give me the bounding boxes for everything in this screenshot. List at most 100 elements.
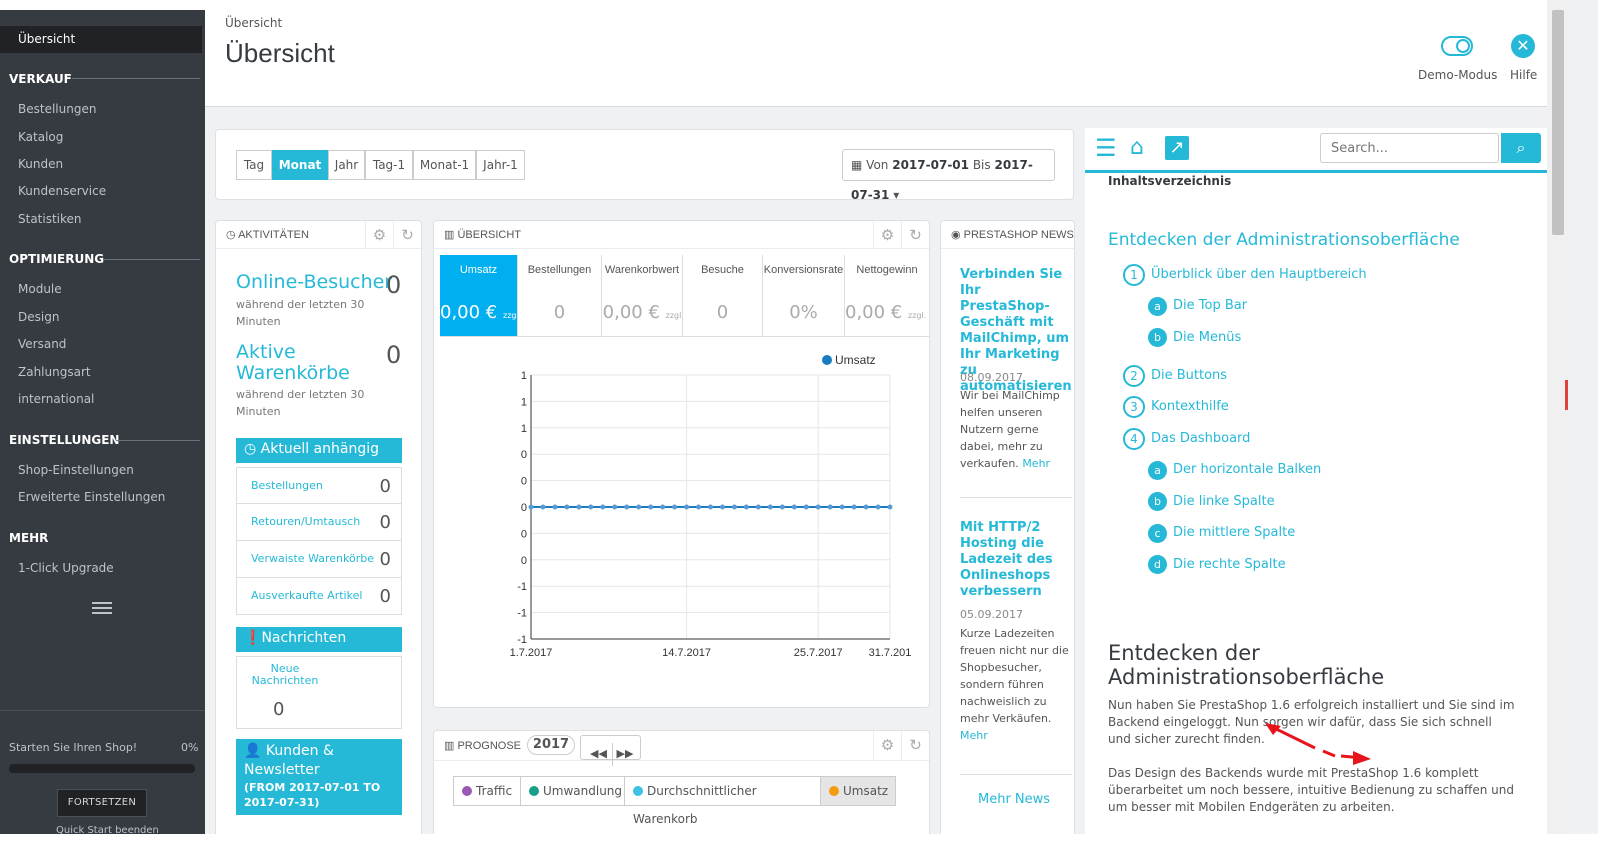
toc-letter: d (1148, 555, 1167, 574)
toggle-icon[interactable] (1441, 36, 1473, 56)
sidebar-section-einstellungen: EINSTELLUNGEN (9, 433, 120, 447)
data-point (528, 504, 534, 510)
kpi-net-profit[interactable]: Nettogewinn0,00 € zzgl. M (845, 255, 929, 336)
more-news-link[interactable]: Mehr News (978, 792, 1050, 807)
refresh-icon[interactable]: ↻ (901, 221, 929, 249)
sidebar-item-orders[interactable]: Bestellungen (18, 102, 96, 116)
sidebar-item-shop-settings[interactable]: Shop-Einstellungen (18, 463, 134, 477)
pending-returns-link[interactable]: Retouren/Umtausch (251, 515, 360, 528)
calendar-icon: ▦ (851, 158, 863, 172)
help-search-input[interactable] (1320, 133, 1499, 163)
refresh-icon[interactable]: ↻ (901, 731, 929, 761)
gear-icon[interactable]: ⚙ (873, 731, 901, 761)
sidebar-item-dashboard[interactable]: Übersicht (0, 26, 202, 53)
pending-orders-link[interactable]: Bestellungen (251, 479, 323, 492)
help-button[interactable]: Hilfe (1510, 68, 1537, 82)
close-icon[interactable]: ✕ (1511, 34, 1535, 58)
data-point (731, 504, 737, 510)
out-of-stock-link[interactable]: Ausverkaufte Artikel (251, 589, 362, 602)
y-tick-label: 0 (521, 476, 527, 488)
toc-item[interactable]: Die Buttons (1151, 368, 1227, 383)
abandoned-carts-link[interactable]: Verwaiste Warenkörbe (251, 552, 374, 565)
legend-sales[interactable]: Umsatz (820, 776, 896, 806)
legend-traffic[interactable]: Traffic (453, 776, 521, 806)
forecast-year[interactable]: 2017 (527, 735, 575, 755)
kpi-visits[interactable]: Besuche 0 (683, 255, 763, 336)
sidebar-item-customer-service[interactable]: Kundenservice (18, 184, 106, 198)
rewind-icon[interactable]: ◀◀ (586, 743, 611, 766)
toc-item[interactable]: Das Dashboard (1151, 431, 1250, 446)
period-day-button[interactable]: Tag (236, 150, 272, 180)
toc-item[interactable]: Der horizontale Balken (1173, 462, 1321, 477)
kpi-orders[interactable]: Bestellungen 0 (518, 255, 602, 336)
sidebar-item-shipping[interactable]: Versand (18, 337, 66, 351)
legend-avg-cart[interactable]: Durchschnittlicher Warenkorb (624, 776, 821, 826)
kpi-cart-value[interactable]: Warenkorbwert 0,00 € zzgl (602, 255, 683, 336)
data-point (648, 504, 654, 510)
pending-header: ◷ Aktuell anhängig (236, 438, 402, 463)
period-prev-month-button[interactable]: Monat-1 (413, 150, 476, 180)
quickstart-continue-button[interactable]: FORTSETZEN (57, 789, 147, 817)
toc-item[interactable]: Die Menüs (1173, 330, 1241, 345)
search-icon[interactable]: ⌕ (1501, 133, 1541, 163)
help-panel: ☰ ⌂ ↗ ⌕ Inhaltsverzeichnis Entdecken der… (1085, 128, 1547, 834)
gear-icon[interactable]: ⚙ (873, 221, 901, 249)
legend-conversion[interactable]: Umwandlung (520, 776, 625, 806)
scrollbar-thumb[interactable] (1552, 10, 1564, 235)
gear-icon[interactable]: ⚙ (365, 221, 393, 249)
online-visitors-sub: während der letzten 30 Minuten (236, 298, 365, 328)
sidebar-item-advanced-settings[interactable]: Erweiterte Einstellungen (18, 490, 165, 504)
toc-title[interactable]: Entdecken der Administrationsoberfläche (1108, 230, 1460, 250)
period-bar: Tag Monat Jahr Tag-1 Monat-1 Jahr-1 ▦ Vo… (215, 129, 1074, 202)
quickstart-percent: 0% (181, 741, 199, 754)
sidebar-item-catalog[interactable]: Katalog (18, 130, 63, 144)
refresh-icon[interactable]: ↻ (393, 221, 421, 249)
toc-item[interactable]: Die mittlere Spalte (1173, 525, 1295, 540)
kpi-conversion[interactable]: Konversionsrate 0% (763, 255, 845, 336)
news-more-link[interactable]: Mehr (1022, 457, 1050, 470)
period-prev-day-button[interactable]: Tag-1 (365, 150, 413, 180)
toc-item[interactable]: Die Top Bar (1173, 298, 1247, 313)
news-item-title[interactable]: Mit HTTP/2 Hosting die Ladezeit des Onli… (960, 520, 1072, 600)
hamburger-menu-icon[interactable] (92, 602, 112, 617)
data-point (612, 504, 618, 510)
demo-mode-button[interactable]: Demo-Modus (1418, 68, 1497, 82)
divider (960, 497, 1072, 498)
sidebar-item-customers[interactable]: Kunden (18, 157, 63, 171)
period-year-button[interactable]: Jahr (328, 150, 365, 180)
sidebar-item-modules[interactable]: Module (18, 282, 62, 296)
sidebar-item-upgrade[interactable]: 1-Click Upgrade (18, 561, 114, 575)
new-messages-link[interactable]: Neue Nachrichten (245, 663, 325, 687)
y-tick-label: 1 (521, 370, 527, 382)
caret-down-icon: ▾ (893, 188, 900, 202)
fast-forward-icon[interactable]: ▶▶ (612, 743, 637, 766)
online-visitors-value: 0 (386, 271, 402, 299)
toc-item[interactable]: Die linke Spalte (1173, 494, 1275, 509)
sidebar-item-statistics[interactable]: Statistiken (18, 212, 82, 226)
period-prev-year-button[interactable]: Jahr-1 (476, 150, 525, 180)
breadcrumb[interactable]: Übersicht (225, 16, 282, 30)
kpi-sales[interactable]: Umsatz 0,00 € zzgl (440, 255, 518, 336)
sidebar-item-payment[interactable]: Zahlungsart (18, 365, 91, 379)
period-month-button[interactable]: Monat (272, 150, 328, 180)
toc-letter: a (1148, 461, 1167, 480)
toc-item[interactable]: Überblick über den Hauptbereich (1151, 267, 1367, 282)
active-carts-sub: während der letzten 30 Minuten (236, 388, 365, 418)
toc-letter: b (1148, 328, 1167, 347)
data-point (863, 504, 869, 510)
news-more-link[interactable]: Mehr (960, 729, 988, 742)
external-link-icon[interactable]: ↗ (1165, 136, 1189, 160)
online-visitors-label: Online-Besucher (236, 271, 393, 293)
forecast-panel: ▥ PROGNOSE 2017 ◀◀ ▶▶ ⚙ ↻ Traffic Umwand… (433, 730, 930, 840)
toc-item[interactable]: Die rechte Spalte (1173, 557, 1286, 572)
list-icon[interactable]: ☰ (1095, 136, 1124, 160)
toc-item[interactable]: Kontexthilfe (1151, 399, 1229, 414)
edge-marker (1565, 380, 1568, 410)
home-icon[interactable]: ⌂ (1130, 136, 1159, 160)
active-carts-label: Aktive Warenkörbe (236, 341, 350, 384)
sidebar-item-international[interactable]: international (18, 392, 94, 406)
page-title: Übersicht (225, 38, 335, 68)
date-range-picker[interactable]: ▦ Von 2017-07-01 Bis 2017-07-31 ▾ (842, 149, 1055, 202)
news-item-date: 08.09.2017 (960, 371, 1023, 384)
sidebar-item-design[interactable]: Design (18, 310, 59, 324)
